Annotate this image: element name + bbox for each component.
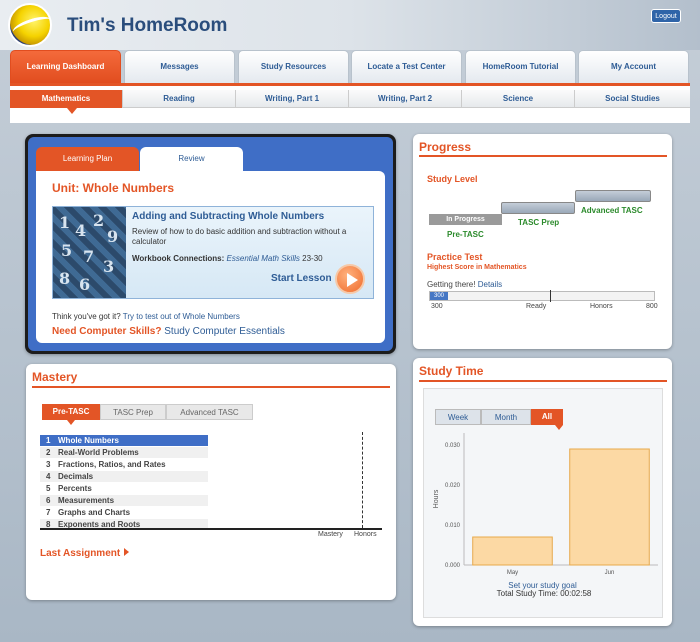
subject-nav: Mathematics Reading Writing, Part 1 Writ… (10, 83, 690, 123)
y-tick-label: 0.020 (445, 483, 461, 489)
bar-jun (569, 448, 650, 566)
subtab-writing-part-2[interactable]: Writing, Part 2 (349, 90, 462, 108)
ready-marker (550, 290, 551, 302)
y-tick-label: 0.030 (445, 443, 461, 449)
mastery-row[interactable]: 5 Percents (40, 483, 208, 494)
progress-panel: Progress Study Level In Progress Pre-TAS… (413, 134, 672, 349)
active-subtab-pointer (67, 108, 77, 114)
study-level-label: Study Level (427, 174, 478, 184)
mastery-tab-advanced-tasc[interactable]: Advanced TASC (166, 404, 253, 420)
mastery-axis (40, 528, 382, 530)
tick-label: 300 (431, 303, 443, 310)
tab-locate-test-center[interactable]: Locate a Test Center (351, 50, 462, 83)
computer-skills: Need Computer Skills? Study Computer Ess… (52, 326, 285, 337)
workbook-connections: Workbook Connections: Essential Math Ski… (132, 254, 323, 263)
mastery-tab-pre-tasc[interactable]: Pre-TASC (42, 404, 100, 420)
tick-label: 800 (646, 303, 658, 310)
tab-learning-plan[interactable]: Learning Plan (36, 147, 139, 171)
tick-label: Ready (526, 303, 547, 310)
tab-review[interactable]: Review (140, 147, 243, 171)
level-bar-tasc-prep (501, 202, 575, 214)
logout-button[interactable]: Logout (651, 9, 681, 23)
subtab-social-studies[interactable]: Social Studies (575, 90, 690, 108)
mastery-title: Mastery (32, 370, 78, 384)
details-link[interactable]: Details (478, 280, 502, 289)
tab-study-resources[interactable]: Study Resources (238, 50, 349, 83)
unit-title: Unit: Whole Numbers (52, 181, 174, 195)
mastery-row[interactable]: 7 Graphs and Charts (40, 507, 208, 518)
tick-label: Honors (590, 303, 613, 310)
score-fill: 300 (430, 292, 448, 300)
y-tick-label: 0.000 (445, 563, 461, 569)
test-out-link[interactable]: Try to test out of Whole Numbers (123, 312, 240, 321)
site-title: Tim's HomeRoom (67, 15, 228, 36)
tab-learning-dashboard[interactable]: Learning Dashboard (10, 50, 121, 83)
level-advanced-tasc: Advanced TASC (581, 206, 643, 215)
tab-my-account[interactable]: My Account (578, 50, 689, 83)
computer-essentials-link[interactable]: Study Computer Essentials (164, 326, 285, 337)
lesson-card: 142 957 386 Adding and Subtracting Whole… (52, 206, 374, 299)
study-time-title: Study Time (419, 364, 484, 378)
main-nav: Learning Dashboard Messages Study Resour… (10, 50, 690, 83)
learning-plan-panel: Learning Plan Review Unit: Whole Numbers… (25, 134, 396, 354)
total-study-time: Total Study Time: 00:02:58 (496, 589, 592, 598)
workbook-link[interactable]: Essential Math Skills (227, 254, 300, 263)
level-tasc-prep: TASC Prep (518, 218, 560, 227)
y-axis-label: Hours (433, 489, 440, 508)
mastery-row[interactable]: 3 Fractions, Ratios, and Rates (40, 459, 208, 470)
x-tick-label: May (507, 570, 518, 576)
arrow-right-icon (124, 548, 130, 556)
subtab-mathematics[interactable]: Mathematics (10, 90, 123, 108)
subtab-writing-part-1[interactable]: Writing, Part 1 (236, 90, 349, 108)
bar-may (472, 536, 553, 566)
level-pre-tasc: Pre-TASC (447, 230, 484, 239)
start-lesson-link[interactable]: Start Lesson (271, 273, 332, 284)
subtab-science[interactable]: Science (462, 90, 575, 108)
lesson-description: Review of how to do basic addition and s… (132, 227, 347, 246)
score-track: 300 (429, 290, 655, 302)
homeroom-logo (8, 3, 54, 47)
last-assignment-link[interactable]: Last Assignment (40, 548, 130, 559)
play-icon[interactable] (335, 264, 365, 294)
tab-messages[interactable]: Messages (124, 50, 235, 83)
getting-there: Getting there! Details (427, 280, 503, 289)
lesson-thumbnail: 142 957 386 (53, 207, 126, 298)
mastery-row[interactable]: 4 Decimals (40, 471, 208, 482)
x-tick-label: Jun (605, 570, 615, 576)
y-tick-label: 0.010 (445, 523, 461, 529)
study-time-panel: Study Time Week Month All 0.000 0.010 0.02… (413, 358, 672, 626)
mastery-tab-tasc-prep[interactable]: TASC Prep (100, 404, 166, 420)
test-out-text: Think you've got it? Try to test out of … (52, 312, 240, 321)
highest-score-label: Highest Score in Mathematics (427, 264, 527, 271)
honors-line (362, 432, 363, 528)
level-bar-advanced (575, 190, 651, 202)
axis-label-mastery: Mastery (318, 531, 343, 538)
subtab-reading[interactable]: Reading (123, 90, 236, 108)
lesson-title[interactable]: Adding and Subtracting Whole Numbers (132, 211, 324, 222)
axis-label-honors: Honors (354, 531, 377, 538)
tab-homeroom-tutorial[interactable]: HomeRoom Tutorial (465, 50, 576, 83)
mastery-row[interactable]: 1 Whole Numbers (40, 435, 208, 446)
study-goal-link[interactable]: Set your study goal (413, 581, 672, 590)
practice-test-label: Practice Test (427, 252, 483, 262)
header: Tim's HomeRoom Logout (0, 0, 700, 50)
in-progress-bar: In Progress (429, 214, 502, 225)
progress-title: Progress (419, 140, 472, 154)
mastery-row[interactable]: 6 Measurements (40, 495, 208, 506)
mastery-panel: Mastery Pre-TASC TASC Prep Advanced TASC… (26, 364, 396, 600)
mastery-row[interactable]: 2 Real-World Problems (40, 447, 208, 458)
